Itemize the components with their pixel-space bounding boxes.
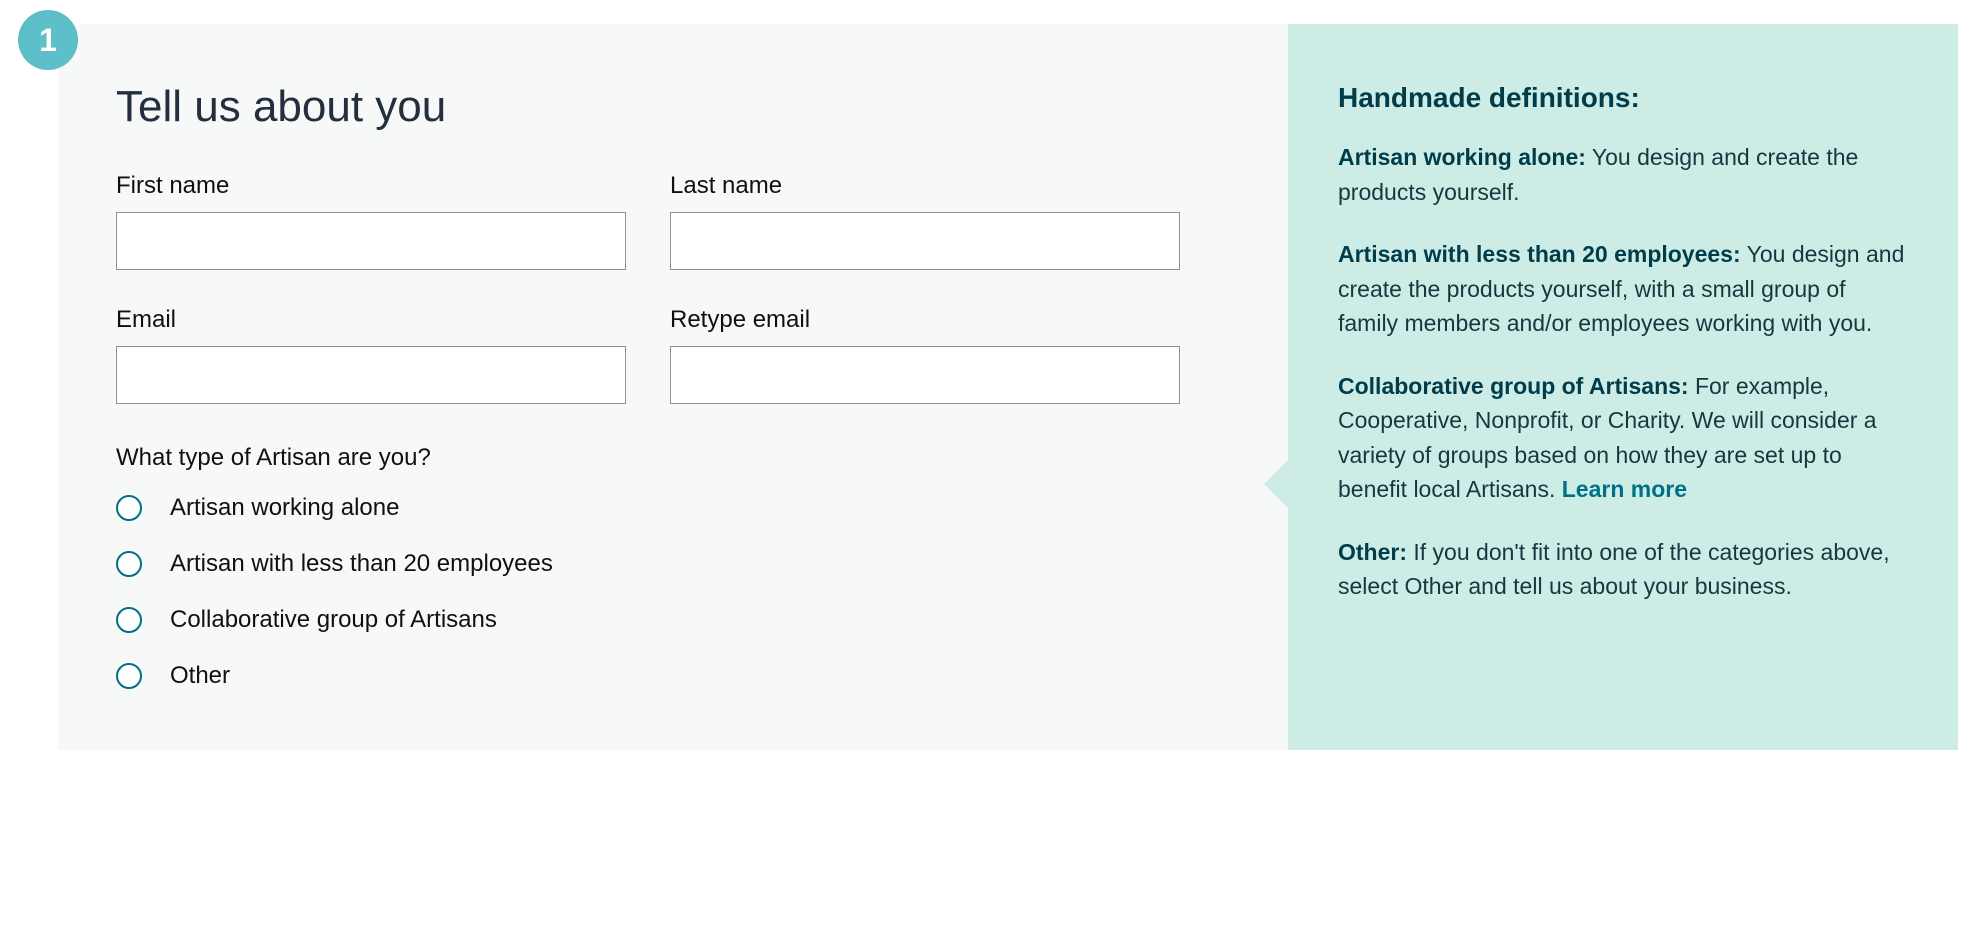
email-input[interactable] [116, 346, 626, 404]
retype-email-field: Retype email [670, 306, 1180, 404]
email-label: Email [116, 306, 626, 334]
definition-term: Artisan working alone: [1338, 144, 1586, 170]
radio-icon[interactable] [116, 495, 142, 521]
artisan-type-radio-list: Artisan working alone Artisan with less … [116, 494, 1230, 690]
last-name-label: Last name [670, 172, 1180, 200]
step-section: 1 Tell us about you First name Last name… [0, 0, 1978, 750]
radio-item-collaborative[interactable]: Collaborative group of Artisans [116, 606, 1230, 634]
retype-email-input[interactable] [670, 346, 1180, 404]
definition-term: Artisan with less than 20 employees: [1338, 241, 1741, 267]
learn-more-link[interactable]: Learn more [1562, 476, 1687, 502]
radio-label: Artisan with less than 20 employees [170, 550, 553, 578]
form-panel: Tell us about you First name Last name E… [58, 24, 1288, 750]
retype-email-label: Retype email [670, 306, 1180, 334]
email-field: Email [116, 306, 626, 404]
first-name-input[interactable] [116, 212, 626, 270]
radio-label: Collaborative group of Artisans [170, 606, 497, 634]
artisan-type-question: What type of Artisan are you? [116, 444, 1230, 472]
definition-desc: If you don't fit into one of the categor… [1338, 539, 1890, 600]
radio-item-artisan-alone[interactable]: Artisan working alone [116, 494, 1230, 522]
radio-icon[interactable] [116, 551, 142, 577]
last-name-field: Last name [670, 172, 1180, 270]
first-name-label: First name [116, 172, 626, 200]
radio-icon[interactable] [116, 663, 142, 689]
definitions-title: Handmade definitions: [1338, 82, 1908, 114]
definitions-panel: Handmade definitions: Artisan working al… [1288, 24, 1958, 750]
radio-label: Artisan working alone [170, 494, 399, 522]
form-title: Tell us about you [116, 82, 1230, 132]
form-row-emails: Email Retype email [116, 306, 1230, 404]
first-name-field: First name [116, 172, 626, 270]
last-name-input[interactable] [670, 212, 1180, 270]
form-row-names: First name Last name [116, 172, 1230, 270]
definition-term: Other: [1338, 539, 1407, 565]
definition-other: Other: If you don't fit into one of the … [1338, 535, 1908, 604]
section-columns: Tell us about you First name Last name E… [58, 24, 1958, 750]
definition-term: Collaborative group of Artisans: [1338, 373, 1689, 399]
radio-label: Other [170, 662, 230, 690]
radio-icon[interactable] [116, 607, 142, 633]
radio-item-other[interactable]: Other [116, 662, 1230, 690]
definition-collaborative: Collaborative group of Artisans: For exa… [1338, 369, 1908, 507]
callout-pointer-icon [1264, 454, 1294, 514]
step-number-badge: 1 [18, 10, 78, 70]
definition-artisan-alone: Artisan working alone: You design and cr… [1338, 140, 1908, 209]
definition-artisan-lt20: Artisan with less than 20 employees: You… [1338, 237, 1908, 341]
radio-item-artisan-lt20[interactable]: Artisan with less than 20 employees [116, 550, 1230, 578]
